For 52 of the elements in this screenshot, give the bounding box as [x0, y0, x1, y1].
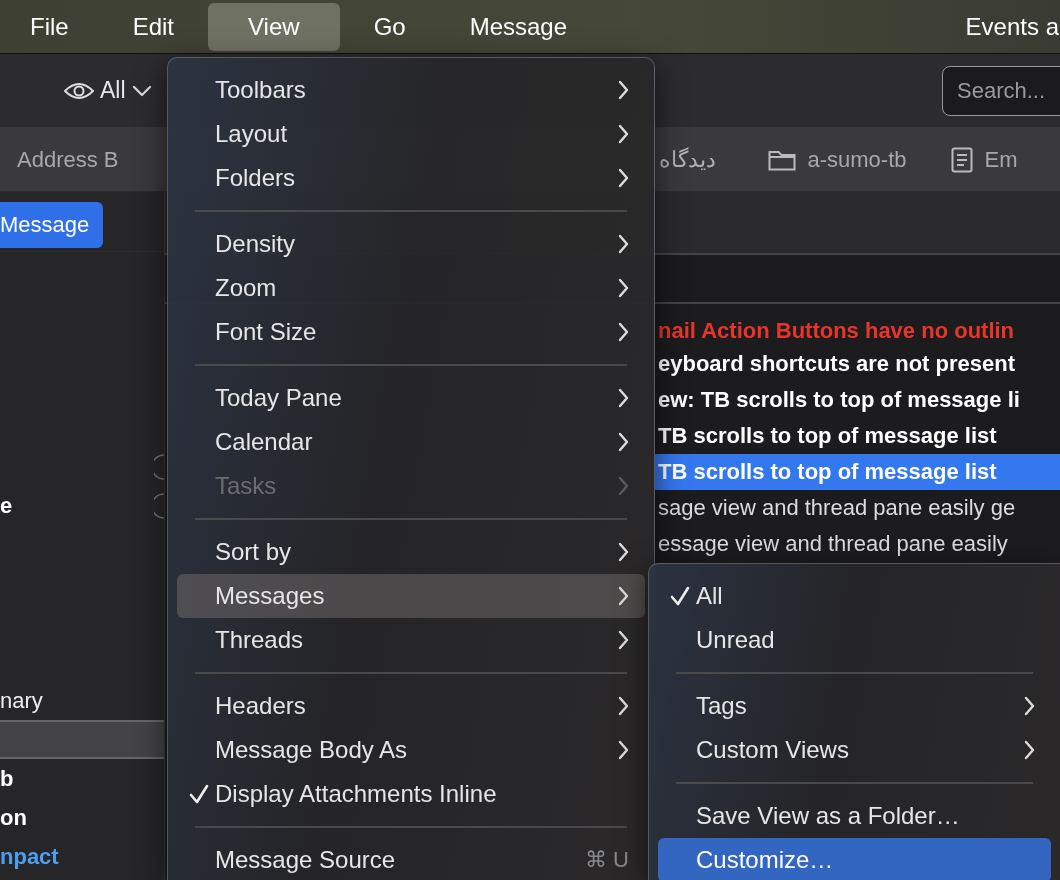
menu-bar-item[interactable]: Message	[439, 2, 598, 51]
menu-bar-label: Events a	[965, 12, 1060, 41]
menu-item[interactable]: All	[658, 574, 1051, 618]
menu-item[interactable]: Zoom	[177, 266, 645, 310]
menu-item[interactable]: Sort by	[177, 530, 645, 574]
message-row[interactable]: eyboard shortcuts are not present	[655, 346, 1060, 382]
menu-item[interactable]: Toolbars	[177, 68, 645, 112]
tab[interactable]: Em	[950, 128, 1018, 191]
tab[interactable]: Address B	[17, 128, 119, 191]
folder-icon	[767, 148, 796, 171]
menu-item[interactable]: Today Pane	[177, 376, 645, 420]
menu-item[interactable]: Display Attachments Inline	[177, 772, 645, 816]
tab[interactable]: دیدگاه	[658, 128, 716, 191]
message-row[interactable]: TB scrolls to top of message list	[655, 454, 1060, 490]
menu-item[interactable]: Folders	[177, 156, 645, 200]
message-row[interactable]: TB scrolls to top of message list	[655, 418, 1060, 454]
chevron-down-icon	[131, 84, 152, 97]
menu-item[interactable]: Density	[177, 222, 645, 266]
menu-item[interactable]: Font Size	[177, 310, 645, 354]
folder-item[interactable]: b	[0, 759, 164, 798]
menu-item[interactable]: Headers	[177, 684, 645, 728]
folder-item[interactable]: nary	[0, 681, 164, 720]
folder-item[interactable]: e	[0, 486, 164, 525]
folder-item[interactable]: npact	[0, 837, 164, 876]
menu-item[interactable]: Threads	[177, 618, 645, 662]
menu-bar-item[interactable]: View	[208, 2, 340, 51]
message-row[interactable]: nail Action Buttons have no outlin	[655, 316, 1060, 346]
menu-item[interactable]: Message Source ⌘ U	[177, 838, 645, 880]
new-message-button[interactable]: Message	[0, 202, 104, 248]
menu-item[interactable]: Unread	[658, 618, 1051, 662]
menu-item[interactable]: Custom Views	[658, 728, 1051, 772]
menu-bar-item[interactable]: Edit	[102, 2, 205, 51]
menu-item[interactable]: Tags	[658, 684, 1051, 728]
menu-item[interactable]: Messages	[177, 574, 645, 618]
menu-bar-item[interactable]: Go	[343, 2, 436, 51]
folder-item[interactable]	[0, 720, 164, 759]
menu-item[interactable]: Customize…	[658, 838, 1051, 880]
search-field[interactable]: Search...	[942, 65, 1060, 116]
folder-item[interactable]: on	[0, 798, 164, 837]
menu-item[interactable]: Calendar	[177, 420, 645, 464]
eye-icon	[64, 80, 94, 101]
view-filter-button[interactable]: All	[64, 77, 152, 104]
message-row[interactable]: sage view and thread pane easily ge	[655, 490, 1060, 526]
shortcut-label: ⌘ U	[585, 847, 629, 873]
document-icon	[950, 146, 973, 173]
menu-item[interactable]: Layout	[177, 112, 645, 156]
menu-item[interactable]: Save View as a Folder…	[658, 794, 1051, 838]
tab[interactable]: a-sumo-tb	[767, 128, 907, 191]
menu-bar-item[interactable]: File	[0, 2, 99, 51]
message-row[interactable]: ew: TB scrolls to top of message li	[655, 382, 1060, 418]
message-row[interactable]: essage view and thread pane easily	[655, 526, 1060, 562]
menu-item[interactable]: Message Body As	[177, 728, 645, 772]
